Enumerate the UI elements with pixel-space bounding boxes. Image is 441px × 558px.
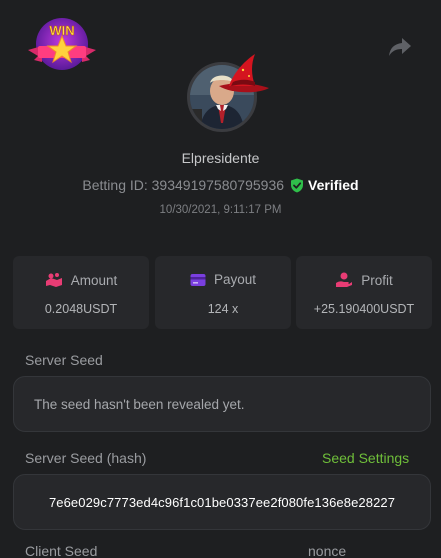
verified-label: Verified — [308, 177, 359, 193]
seed-settings-link[interactable]: Seed Settings — [322, 450, 409, 466]
stat-amount: Amount 0.2048USDT — [13, 256, 149, 329]
nonce-label: nonce — [308, 543, 347, 558]
server-seed-label: Server Seed — [25, 352, 103, 368]
stat-profit-value: +25.190400USDT — [313, 302, 415, 316]
profit-icon — [336, 272, 353, 287]
stat-payout-value: 124 x — [207, 302, 239, 316]
win-badge-text: WIN — [49, 23, 74, 38]
username: Elpresidente — [181, 150, 260, 166]
stat-payout: Payout 124 x — [155, 256, 291, 329]
client-seed-label: Client Seed — [25, 543, 98, 558]
server-seed-hash-value[interactable]: 7e6e029c7773ed4c96f1c01be0337ee2f080fe13… — [14, 495, 430, 510]
betting-id: Betting ID: 39349197580795936 — [82, 177, 285, 193]
shield-check-icon — [291, 178, 304, 192]
stat-payout-label: Payout — [213, 272, 257, 287]
server-seed-field: The seed hasn't been revealed yet. — [13, 376, 431, 432]
share-icon[interactable] — [388, 36, 412, 58]
stat-amount-label: Amount — [70, 272, 118, 288]
stat-profit-label: Profit — [361, 272, 393, 288]
win-badge-icon: WIN — [28, 18, 96, 70]
avatar-container — [185, 52, 273, 136]
betting-id-row: Betting ID: 39349197580795936 Verified — [0, 177, 441, 193]
verified-badge: Verified — [290, 177, 359, 193]
stat-profit: Profit +25.190400USDT — [296, 256, 432, 329]
server-seed-value: The seed hasn't been revealed yet. — [34, 397, 245, 412]
payout-icon — [190, 273, 206, 286]
server-seed-hash-label: Server Seed (hash) — [25, 450, 147, 466]
bet-timestamp: 10/30/2021, 9:11:17 PM — [159, 204, 282, 216]
bet-details-panel: WIN Elpresidente Betting ID: 39349197580… — [0, 0, 441, 558]
server-seed-hash-field[interactable]: 7e6e029c7773ed4c96f1c01be0337ee2f080fe13… — [13, 474, 431, 530]
stat-amount-value: 0.2048USDT — [44, 302, 118, 316]
witch-hat-icon — [219, 54, 269, 93]
amount-icon — [45, 273, 62, 287]
